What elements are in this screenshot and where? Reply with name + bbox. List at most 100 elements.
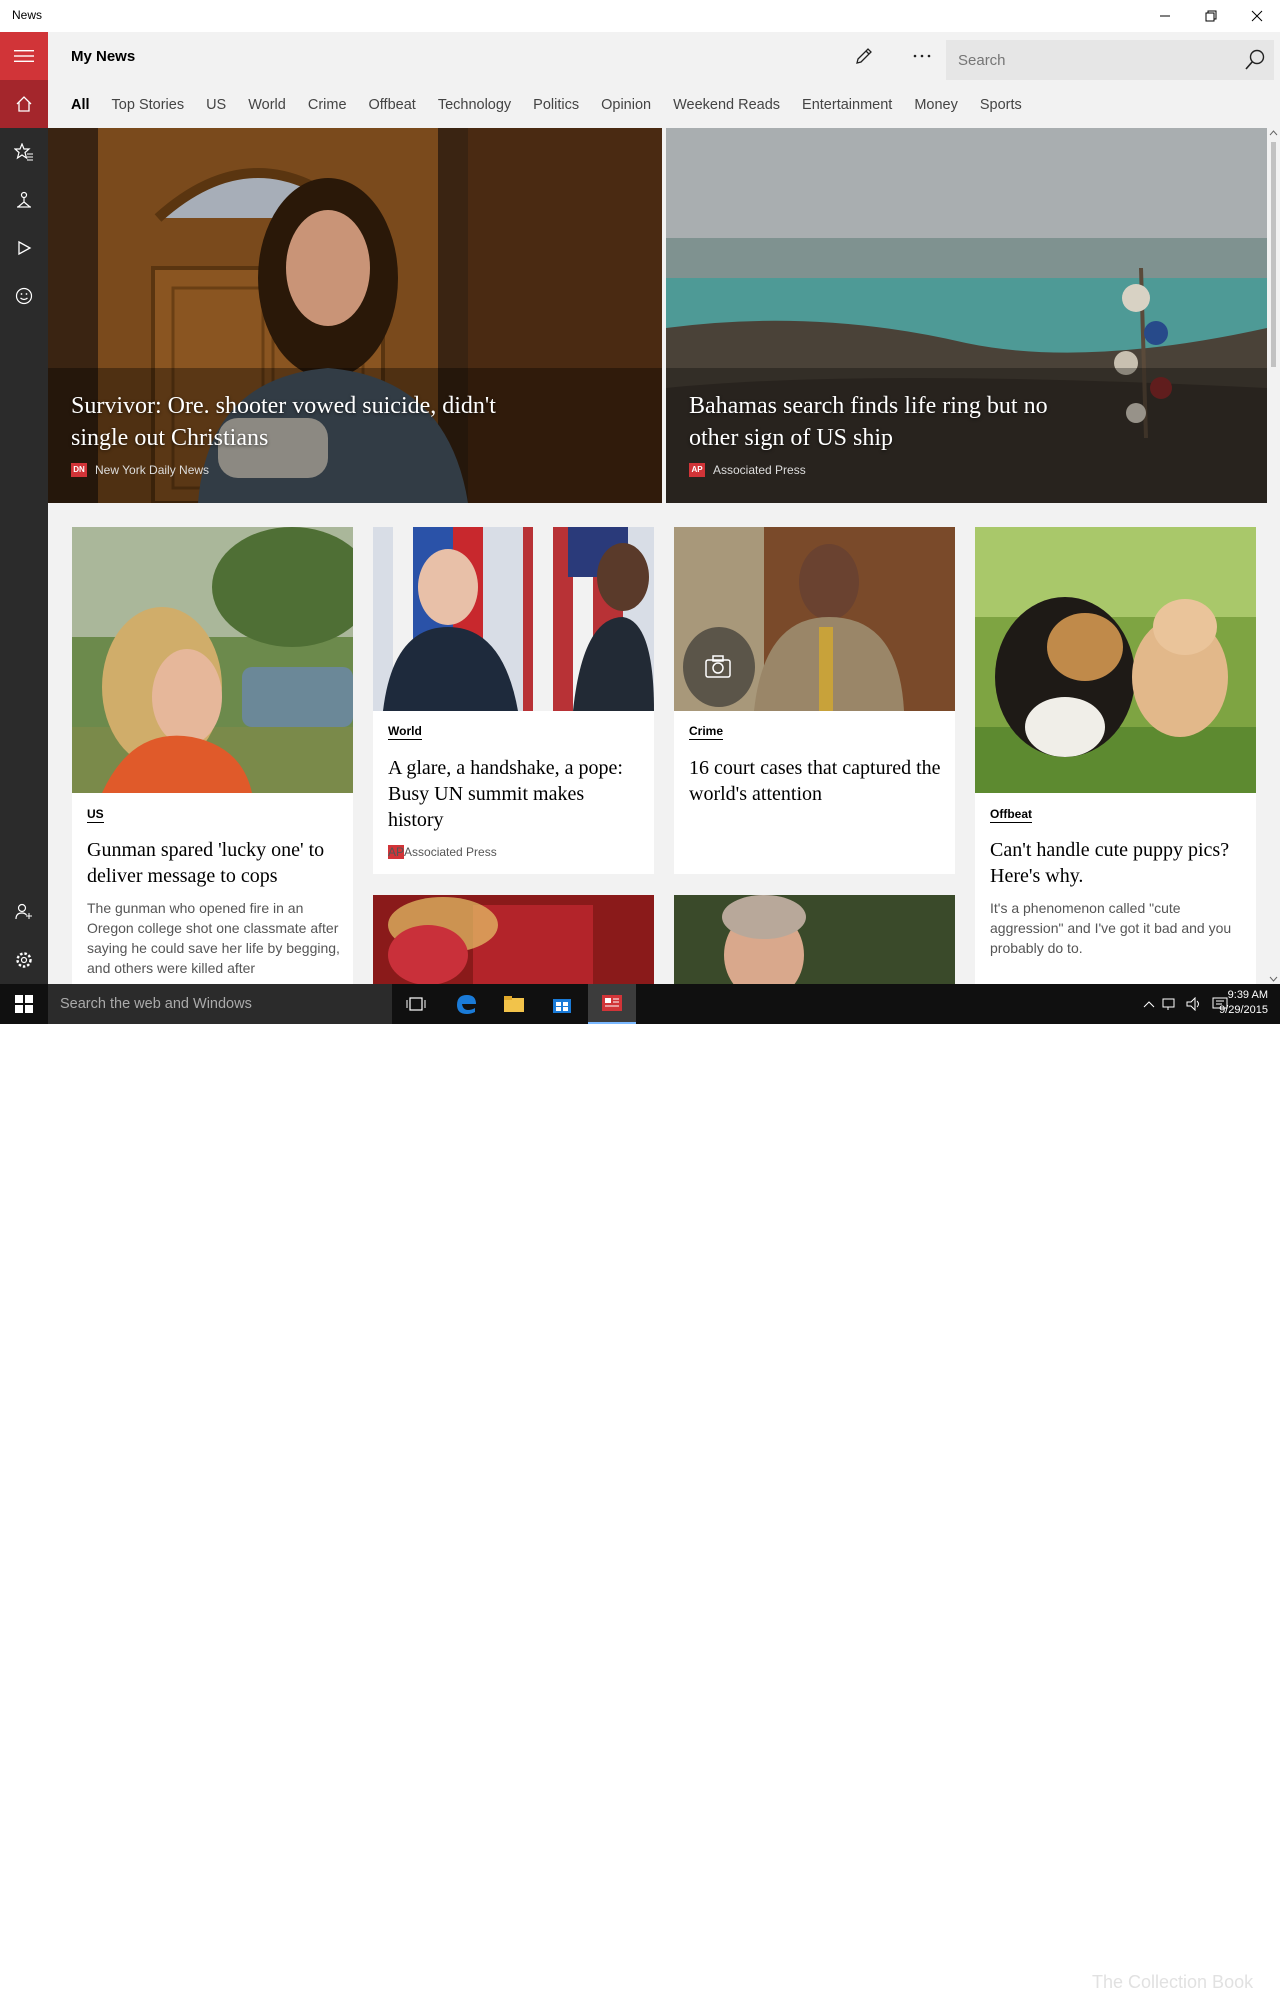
daily-news-logo: DN — [71, 463, 87, 477]
news-app-button[interactable] — [588, 984, 636, 1024]
story-source: AP Associated Press — [388, 845, 497, 859]
ap-logo: AP — [689, 463, 705, 477]
story-card-gunman[interactable]: US Gunman spared 'lucky one' to deliver … — [72, 527, 353, 984]
file-explorer-icon — [504, 996, 524, 1012]
story-summary: It's a phenomenon called "cute aggressio… — [990, 900, 1232, 956]
edge-button[interactable] — [442, 984, 490, 1024]
story-title: Gunman spared 'lucky one' to deliver mes… — [87, 839, 325, 887]
story-card-un-summit[interactable]: World A glare, a handshake, a pope: Busy… — [373, 527, 654, 874]
edge-icon — [457, 995, 476, 1014]
story-image-man — [674, 895, 955, 984]
story-card-cute-puppy[interactable]: Offbeat Can't handle cute puppy pics? He… — [975, 527, 1256, 984]
news-app-icon — [602, 995, 622, 1011]
more-button[interactable] — [902, 40, 942, 72]
nav-home[interactable] — [0, 80, 48, 128]
more-icon — [913, 54, 931, 58]
edit-button[interactable] — [844, 40, 884, 72]
start-button[interactable] — [0, 984, 48, 1024]
page-title: My News — [71, 48, 136, 65]
story-category[interactable]: US — [87, 807, 104, 823]
story-image-handshake — [373, 527, 654, 711]
watermark-text: The Collection Book — [1092, 1972, 1254, 1992]
source-name: Associated Press — [713, 463, 806, 477]
tab-technology[interactable]: Technology — [438, 97, 511, 113]
story-category[interactable]: Crime — [689, 724, 724, 740]
tab-politics[interactable]: Politics — [533, 97, 579, 113]
show-hidden-icons-icon[interactable] — [1142, 999, 1156, 1009]
story-image-woman — [72, 527, 353, 793]
task-view-icon — [406, 997, 426, 1011]
home-icon — [16, 96, 32, 112]
hero-story-survivor[interactable]: Survivor: Ore. shooter vowed suicide, di… — [48, 128, 662, 503]
tab-entertainment[interactable]: Entertainment — [802, 97, 892, 113]
navigation-rail — [0, 32, 48, 984]
hero-story-bahamas[interactable]: Bahamas search finds life ring but no ot… — [666, 128, 1267, 503]
tab-us[interactable]: US — [206, 97, 226, 113]
app-header: My News All Top Stories US World Crime Offbea… — [48, 32, 1280, 128]
tab-sports[interactable]: Sports — [980, 97, 1022, 113]
hamburger-button[interactable] — [0, 32, 48, 80]
nav-interests[interactable] — [0, 272, 48, 320]
nav-favorites[interactable] — [0, 128, 48, 176]
scroll-up-icon[interactable] — [1267, 128, 1280, 138]
nav-local[interactable] — [0, 176, 48, 224]
local-icon — [17, 191, 31, 208]
ap-logo: AP — [388, 845, 405, 859]
taskbar: Search the web and Windows The Collectio… — [0, 984, 1280, 1992]
tab-opinion[interactable]: Opinion — [601, 97, 651, 113]
vertical-scrollbar[interactable] — [1267, 128, 1280, 984]
main-content: My News All Top Stories US World Crime Offbea… — [48, 32, 1280, 984]
search-input[interactable] — [946, 40, 1236, 80]
pencil-icon — [856, 48, 872, 64]
search-box[interactable] — [946, 40, 1274, 80]
search-icon[interactable] — [1244, 49, 1266, 71]
store-button[interactable] — [538, 984, 586, 1024]
interests-icon — [15, 287, 33, 305]
app-title: News — [12, 8, 43, 22]
title-bar: News — [0, 0, 1280, 32]
story-card-partial[interactable] — [674, 895, 955, 984]
volume-icon[interactable] — [1186, 997, 1202, 1011]
file-explorer-button[interactable] — [490, 984, 538, 1024]
scrollbar-thumb[interactable] — [1271, 142, 1276, 367]
sign-in-icon — [15, 903, 32, 920]
tab-all[interactable]: All — [71, 97, 90, 113]
restore-button[interactable] — [1188, 0, 1234, 32]
story-category[interactable]: World — [388, 724, 422, 740]
tab-weekend-reads[interactable]: Weekend Reads — [673, 97, 780, 113]
clock-date: 9/29/2015 — [1219, 1004, 1268, 1016]
video-icon — [18, 240, 32, 256]
category-tabs: All Top Stories US World Crime Offbeat Technol… — [71, 96, 1044, 118]
favorites-icon — [14, 143, 33, 161]
story-card-partial[interactable] — [373, 895, 654, 984]
source-name: New York Daily News — [95, 463, 210, 477]
settings-icon — [16, 952, 32, 968]
scroll-down-icon[interactable] — [1267, 974, 1280, 984]
taskbar-search[interactable]: Search the web and Windows — [48, 984, 392, 1024]
minimize-button[interactable] — [1142, 0, 1188, 32]
hero-title: Survivor: Ore. shooter vowed suicide, di… — [71, 393, 496, 451]
camera-icon — [705, 655, 731, 678]
nav-settings[interactable] — [0, 936, 48, 984]
nav-sign-in[interactable] — [0, 888, 48, 936]
clock-time: 9:39 AM — [1227, 989, 1268, 1001]
tab-top-stories[interactable]: Top Stories — [112, 97, 185, 113]
network-icon[interactable] — [1162, 997, 1178, 1011]
tab-world[interactable]: World — [248, 97, 286, 113]
tab-offbeat[interactable]: Offbeat — [369, 97, 416, 113]
close-button[interactable] — [1234, 0, 1280, 32]
restore-icon — [1205, 10, 1217, 22]
story-card-court-cases[interactable]: Crime 16 court cases that captured the w… — [674, 527, 955, 874]
tab-crime[interactable]: Crime — [308, 97, 347, 113]
windows-start-icon — [15, 995, 33, 1013]
story-category[interactable]: Offbeat — [990, 807, 1032, 823]
source-name: Associated Press — [404, 845, 497, 859]
story-title: Can't handle cute puppy pics? Here's why… — [990, 839, 1230, 887]
tab-money[interactable]: Money — [914, 97, 958, 113]
nav-video[interactable] — [0, 224, 48, 272]
story-image-courtroom — [674, 527, 955, 711]
system-clock[interactable]: 9:39 AM 9/29/2015 — [1219, 988, 1268, 1018]
story-title: 16 court cases that captured the world's… — [689, 757, 941, 805]
store-icon — [553, 999, 571, 1013]
task-view-button[interactable] — [392, 984, 440, 1024]
